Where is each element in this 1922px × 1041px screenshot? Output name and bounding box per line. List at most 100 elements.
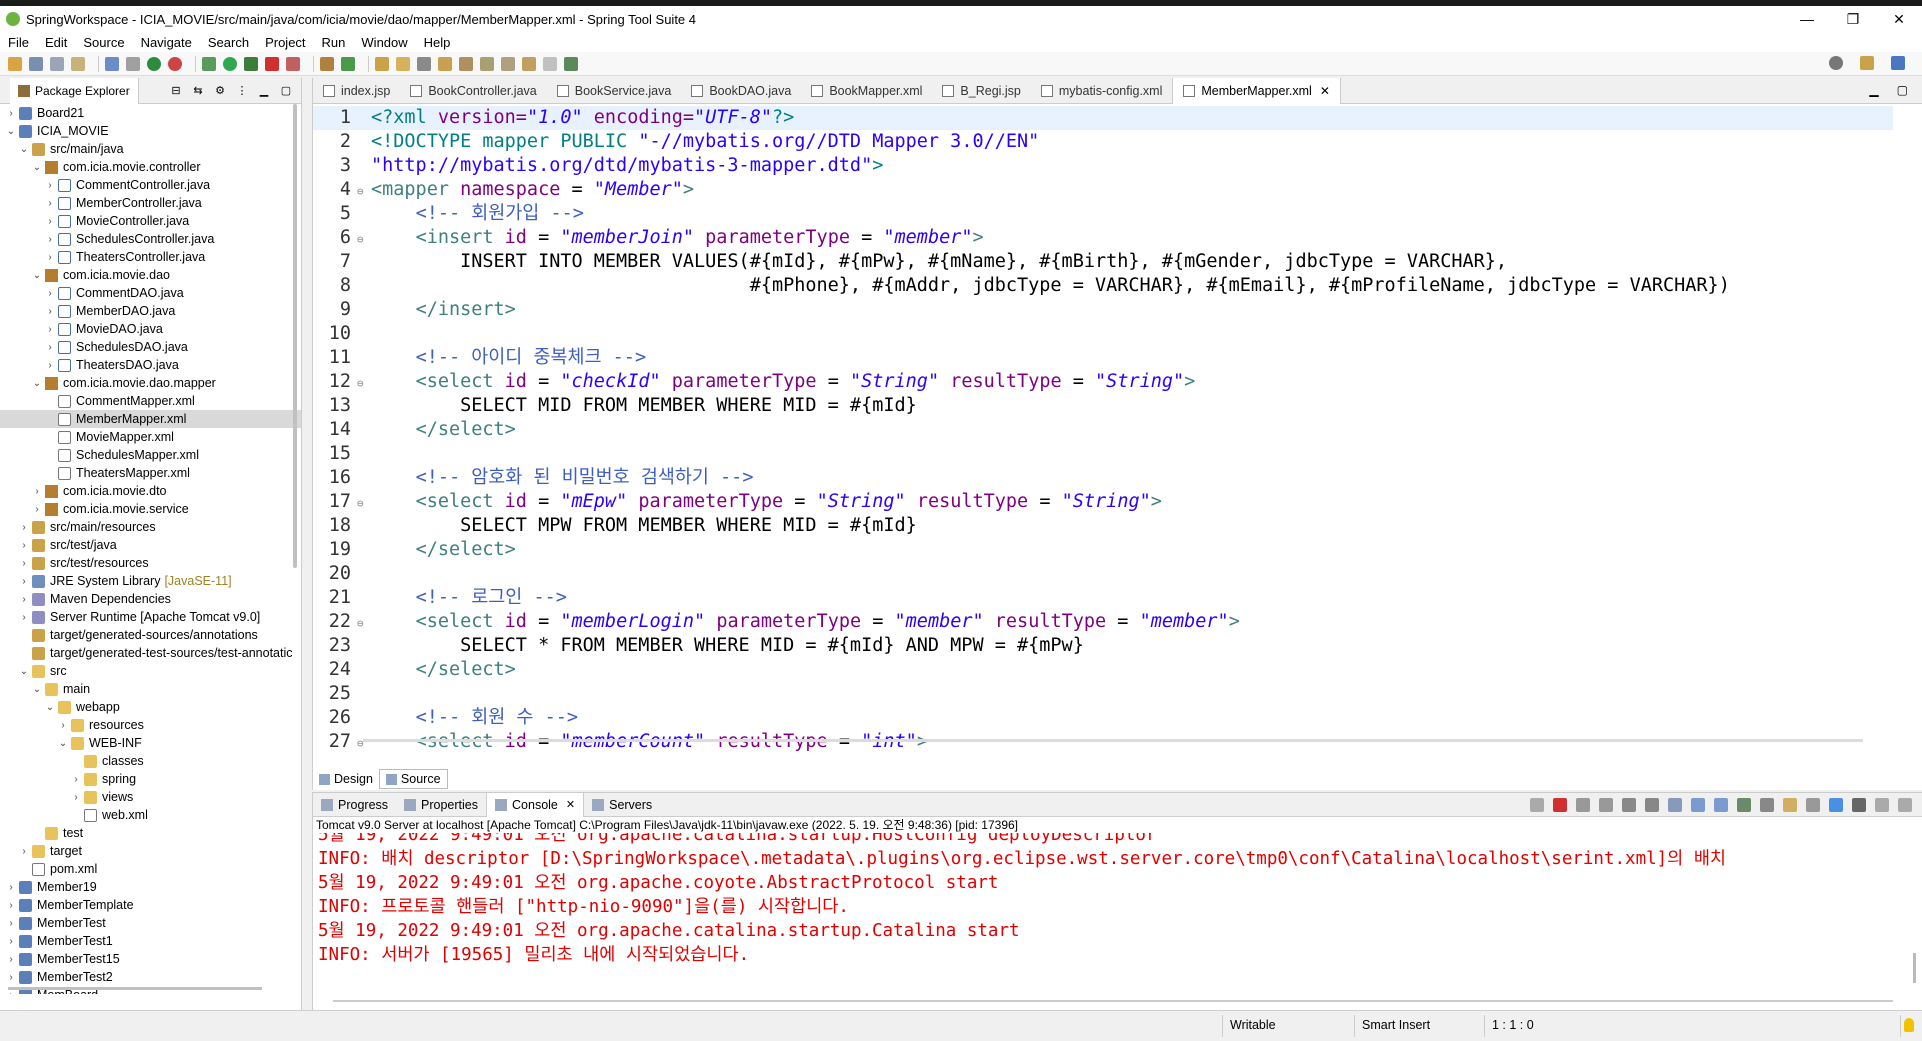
editor-tab[interactable]: BookController.java [400, 78, 546, 104]
next-annotation-icon[interactable] [459, 56, 473, 71]
tree-item[interactable]: › MemberDAO.java [0, 302, 301, 320]
spring-boot-dashboard-icon[interactable] [147, 56, 161, 71]
tree-item[interactable]: test [0, 824, 301, 842]
menu-source[interactable]: Source [83, 35, 124, 50]
run-coverage-icon[interactable] [244, 56, 258, 71]
tree-item[interactable]: › com.icia.movie.service [0, 500, 301, 518]
menu-navigate[interactable]: Navigate [141, 35, 192, 50]
expand-arrow-icon[interactable]: › [45, 252, 55, 263]
menu-file[interactable]: File [8, 35, 29, 50]
search-icon[interactable] [1829, 56, 1843, 70]
expand-arrow-icon[interactable]: › [71, 792, 81, 803]
clear-console-icon[interactable] [1622, 798, 1636, 812]
code-line[interactable]: 11 <!-- 아이디 중복체크 --> [313, 346, 1893, 370]
pin-editor-icon[interactable] [564, 56, 578, 71]
tree-item[interactable]: web.xml [0, 806, 301, 824]
tree-item[interactable]: MemberMapper.xml [0, 410, 301, 428]
tree-item[interactable]: › Server Runtime [Apache Tomcat v9.0] [0, 608, 301, 626]
annotation-icon[interactable] [438, 56, 452, 71]
filter-icon[interactable]: ⚙ [213, 85, 227, 97]
tree-item[interactable]: › MemberTest [0, 914, 301, 932]
code-line[interactable]: 20 [313, 562, 1893, 586]
terminate-icon[interactable] [265, 56, 279, 71]
tree-item[interactable]: CommentMapper.xml [0, 392, 301, 410]
java-ee-perspective-icon[interactable] [1891, 56, 1905, 70]
tree-item[interactable]: classes [0, 752, 301, 770]
tree-item[interactable]: › TheatersController.java [0, 248, 301, 266]
explorer-scrollbar[interactable] [293, 104, 297, 568]
tree-item[interactable]: SchedulesMapper.xml [0, 446, 301, 464]
fold-toggle-icon[interactable]: ⊖ [357, 492, 371, 516]
minimize-button[interactable]: — [1784, 6, 1830, 32]
tree-item[interactable]: › spring [0, 770, 301, 788]
tree-item[interactable]: ⌄ ICIA_MOVIE [0, 122, 301, 140]
tree-item[interactable]: › resources [0, 716, 301, 734]
expand-arrow-icon[interactable]: › [45, 234, 55, 245]
source-tab[interactable]: Source [378, 769, 448, 789]
console-output[interactable]: 5월 19, 2022 9:49:01 오전 org.apache.catali… [313, 833, 1922, 989]
collapse-arrow-icon[interactable]: ⌄ [45, 702, 55, 713]
open-task-icon[interactable] [396, 56, 410, 71]
code-line[interactable]: 7 INSERT INTO MEMBER VALUES(#{mId}, #{mP… [313, 250, 1893, 274]
expand-arrow-icon[interactable]: › [45, 216, 55, 227]
open-console-icon[interactable] [1783, 798, 1797, 812]
code-line[interactable]: 26 <!-- 회원 수 --> [313, 706, 1893, 730]
tree-item[interactable]: ⌄ com.icia.movie.controller [0, 158, 301, 176]
editor-tab[interactable]: mybatis-config.xml [1031, 78, 1173, 104]
fold-toggle-icon[interactable]: ⊖ [357, 612, 371, 636]
collapse-arrow-icon[interactable]: ⌄ [19, 144, 29, 155]
menu-search[interactable]: Search [208, 35, 249, 50]
new-icon[interactable] [8, 56, 22, 71]
tree-item[interactable]: target/generated-sources/annotations [0, 626, 301, 644]
tree-item[interactable]: › MemberTemplate [0, 896, 301, 914]
close-tab-icon[interactable]: ✕ [566, 798, 575, 811]
console-settings-icon[interactable] [1852, 798, 1866, 812]
fold-toggle-icon[interactable]: ⊖ [357, 228, 371, 252]
word-wrap-icon[interactable] [1668, 798, 1682, 812]
console-scrollbar[interactable] [1913, 953, 1916, 983]
tree-item[interactable]: › SchedulesController.java [0, 230, 301, 248]
tree-item[interactable]: ⌄ main [0, 680, 301, 698]
code-line[interactable]: 18 SELECT MPW FROM MEMBER WHERE MID = #{… [313, 514, 1893, 538]
expand-arrow-icon[interactable]: › [19, 576, 29, 587]
expand-arrow-icon[interactable]: › [45, 288, 55, 299]
tree-item[interactable]: TheatersMapper.xml [0, 464, 301, 482]
code-line[interactable]: 6 ⊖ <insert id = "memberJoin" parameterTy… [313, 226, 1893, 250]
prev-annotation-icon[interactable] [480, 56, 494, 71]
console-hscrollbar[interactable] [333, 1000, 1893, 1002]
editor-tab[interactable]: BookService.java [547, 78, 682, 104]
print-icon[interactable] [71, 56, 85, 71]
code-line[interactable]: 5 <!-- 회원가입 --> [313, 202, 1893, 226]
collapse-arrow-icon[interactable]: ⌄ [58, 738, 68, 749]
editor-tab[interactable]: B_Regi.jsp [932, 78, 1030, 104]
tree-item[interactable]: › Board21 [0, 104, 301, 122]
code-line[interactable]: 25 [313, 682, 1893, 706]
forward-icon[interactable] [543, 56, 557, 71]
tree-item[interactable]: › MemberTest2 [0, 968, 301, 986]
console-tab-servers[interactable]: Servers [584, 793, 660, 817]
tree-item[interactable]: › CommentDAO.java [0, 284, 301, 302]
expand-arrow-icon[interactable]: › [19, 594, 29, 605]
maximize-button[interactable]: ❐ [1830, 6, 1876, 32]
copy-icon[interactable] [1806, 798, 1820, 812]
console-maximize-icon[interactable] [1898, 798, 1912, 812]
collapse-arrow-icon[interactable]: ⌄ [32, 684, 42, 695]
code-line[interactable]: 22 ⊖ <select id = "memberLogin" parameter… [313, 610, 1893, 634]
tree-item[interactable]: ⌄ webapp [0, 698, 301, 716]
close-tab-icon[interactable]: ✕ [1320, 84, 1330, 98]
code-line[interactable]: 14 </select> [313, 418, 1893, 442]
design-tab[interactable]: Design [313, 769, 379, 789]
tree-item[interactable]: › MemberController.java [0, 194, 301, 212]
tree-item[interactable]: › MemberTest1 [0, 932, 301, 950]
code-line[interactable]: 8 #{mPhone}, #{mAddr, jdbcType = VARCHAR… [313, 274, 1893, 298]
maximize-view-icon[interactable]: ▢ [279, 85, 293, 97]
expand-arrow-icon[interactable]: › [32, 504, 42, 515]
collapse-arrow-icon[interactable]: ⌄ [32, 162, 42, 173]
code-line[interactable]: 1 <?xml version="1.0" encoding="UTF-8"?> [313, 106, 1893, 130]
expand-arrow-icon[interactable]: › [45, 198, 55, 209]
code-line[interactable]: 23 SELECT * FROM MEMBER WHERE MID = #{mI… [313, 634, 1893, 658]
code-line[interactable]: 16 <!-- 암호화 된 비밀번호 검색하기 --> [313, 466, 1893, 490]
code-line[interactable]: 2 <!DOCTYPE mapper PUBLIC "-//mybatis.org… [313, 130, 1893, 154]
fold-toggle-icon[interactable]: ⊖ [357, 732, 371, 752]
code-line[interactable]: 3 "http://mybatis.org/dtd/mybatis-3-mappe… [313, 154, 1893, 178]
